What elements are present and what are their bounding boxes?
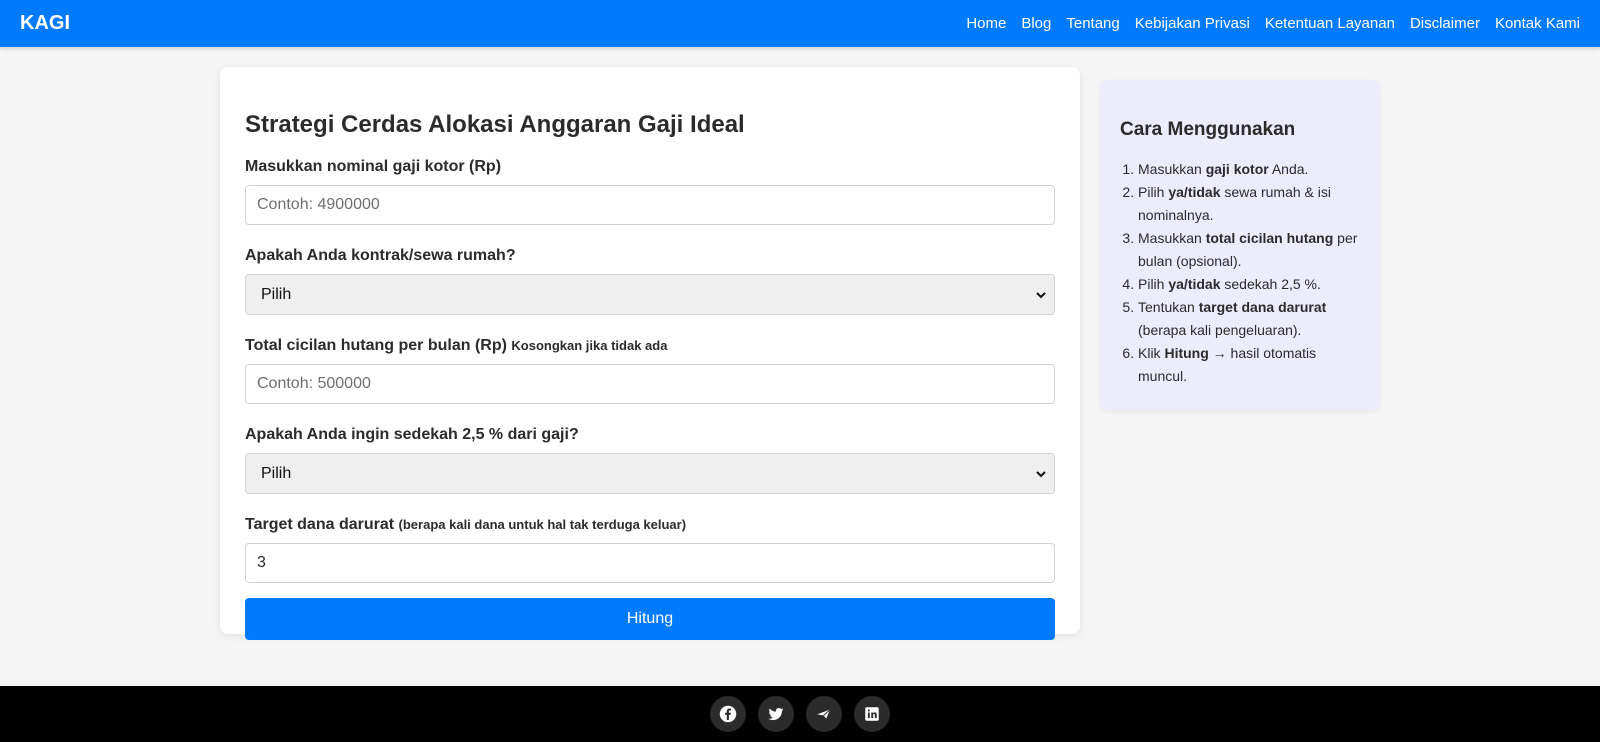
footer [0,686,1600,742]
emergency-input[interactable] [245,543,1055,583]
twitter-icon [768,708,784,721]
calculator-card: Strategi Cerdas Alokasi Anggaran Gaji Id… [220,67,1080,640]
brand-logo[interactable]: KAGI [20,12,70,35]
nav-links: Home Blog Tentang Kebijakan Privasi Kete… [951,15,1580,32]
telegram-icon [817,709,831,719]
step-text: Anda. [1268,161,1309,177]
hitung-button[interactable]: Hitung [245,598,1055,640]
step-text: Masukkan [1138,230,1206,246]
emergency-hint: (berapa kali dana untuk hal tak terduga … [398,517,687,532]
step-text: Klik [1138,345,1165,361]
facebook-icon [719,705,737,723]
step-text: sedekah 2,5 %. [1220,276,1321,292]
charity-select[interactable]: Pilih [245,453,1055,494]
chevron-down-icon [1036,291,1046,298]
nav-link-disclaimer[interactable]: Disclaimer [1410,15,1480,32]
charity-label: Apakah Anda ingin sedekah 2,5 % dari gaj… [245,426,579,443]
debt-hint: Kosongkan jika tidak ada [511,338,668,353]
telegram-link[interactable] [806,696,842,732]
step-text: Tentukan [1138,299,1199,315]
guide-card: Cara Menggunakan Masukkan gaji kotor And… [1100,80,1380,410]
salary-label: Masukkan nominal gaji kotor (Rp) [245,158,502,175]
step-bold: gaji kotor [1205,161,1269,177]
guide-steps: Masukkan gaji kotor Anda. Pilih ya/tidak… [1120,158,1360,388]
guide-step: Klik Hitung → hasil otomatis muncul. [1138,342,1360,388]
debt-label-text: Total cicilan hutang per bulan (Rp) [245,337,507,354]
step-bold: target dana darurat [1198,299,1327,315]
nav-link-home[interactable]: Home [966,15,1006,32]
debt-label: Total cicilan hutang per bulan (Rp) Koso… [245,337,1055,355]
charity-select-value: Pilih [261,464,292,482]
nav-link-kebijakan-privasi[interactable]: Kebijakan Privasi [1135,15,1250,32]
guide-step: Masukkan total cicilan hutang per bulan … [1138,227,1360,273]
guide-step: Pilih ya/tidak sewa rumah & isi nominaln… [1138,181,1360,227]
step-text: (berapa kali pengeluaran). [1138,322,1302,338]
twitter-link[interactable] [758,696,794,732]
nav-link-tentang[interactable]: Tentang [1066,15,1119,32]
linkedin-icon [865,707,879,721]
step-text: Pilih [1138,276,1169,292]
chevron-down-icon [1036,470,1046,477]
step-text: Masukkan [1138,161,1206,177]
guide-step: Pilih ya/tidak sedekah 2,5 %. [1138,273,1360,296]
step-bold: ya/tidak [1168,276,1221,292]
page-title: Strategi Cerdas Alokasi Anggaran Gaji Id… [245,111,745,138]
rent-label: Apakah Anda kontrak/sewa rumah? [245,247,516,264]
step-bold: total cicilan hutang [1205,230,1334,246]
guide-title: Cara Menggunakan [1120,119,1296,140]
guide-step: Masukkan gaji kotor Anda. [1138,158,1360,181]
rent-select-value: Pilih [261,285,292,303]
guide-step: Tentukan target dana darurat (berapa kal… [1138,296,1360,342]
emergency-label: Target dana darurat (berapa kali dana un… [245,516,1055,534]
linkedin-link[interactable] [854,696,890,732]
nav-link-kontak-kami[interactable]: Kontak Kami [1495,15,1580,32]
step-bold: Hitung [1164,345,1209,361]
step-text: Pilih [1138,184,1169,200]
debt-input[interactable] [245,364,1055,404]
navbar: KAGI Home Blog Tentang Kebijakan Privasi… [0,0,1600,47]
facebook-link[interactable] [710,696,746,732]
nav-link-blog[interactable]: Blog [1021,15,1051,32]
nav-link-ketentuan-layanan[interactable]: Ketentuan Layanan [1265,15,1395,32]
rent-select[interactable]: Pilih [245,274,1055,315]
emergency-label-text: Target dana darurat [245,516,395,533]
salary-input[interactable] [245,185,1055,225]
step-bold: ya/tidak [1168,184,1221,200]
